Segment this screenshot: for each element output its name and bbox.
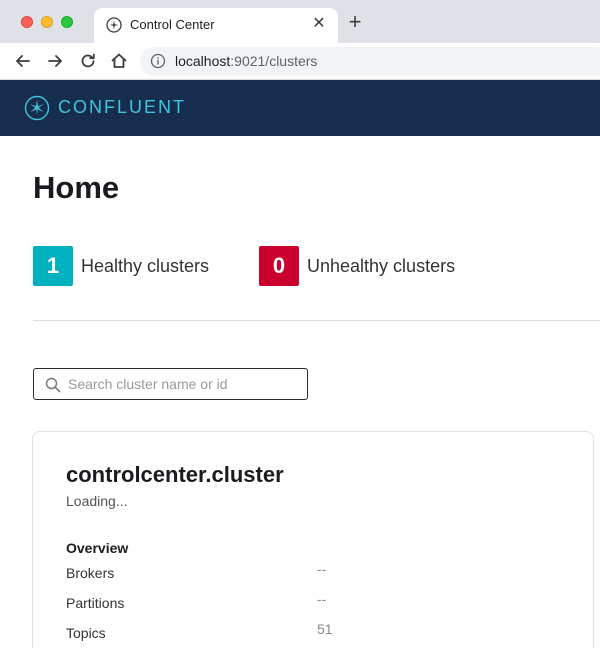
cluster-search[interactable] [33,368,308,400]
url-host: localhost [175,53,231,69]
overview-heading: Overview [66,540,129,556]
address-bar[interactable]: localhost:9021/clusters [140,47,600,76]
page-title: Home [33,170,120,205]
metric-value-topics: 51 [317,621,333,637]
healthy-count-badge: 1 [33,246,73,286]
unhealthy-count-badge: 0 [259,246,299,286]
metric-label-brokers: Brokers [66,565,115,581]
brand-name[interactable]: CONFLUENT [58,97,186,118]
info-icon[interactable] [150,53,166,69]
tab-close-icon[interactable]: ✕ [310,14,328,34]
healthy-clusters-label: Healthy clusters [81,255,210,276]
search-icon [45,377,61,393]
window-maximize-button[interactable] [61,16,73,28]
browser-toolbar: localhost:9021/clusters [0,43,600,80]
reload-icon[interactable] [77,50,99,72]
healthy-clusters-stat[interactable]: 1 Healthy clusters [33,246,209,286]
tab-title: Control Center [130,17,215,32]
url-text[interactable]: localhost:9021/clusters [175,53,317,69]
browser-tab-bar: Control Center ✕ + [0,0,600,43]
window-minimize-button[interactable] [41,16,53,28]
new-tab-button[interactable]: + [344,11,366,34]
browser-tab[interactable]: Control Center ✕ [94,8,338,43]
cluster-name[interactable]: controlcenter.cluster [66,462,284,488]
search-input[interactable] [68,373,298,395]
cluster-card[interactable]: controlcenter.cluster Loading... Overvie… [32,431,594,648]
unhealthy-clusters-label: Unhealthy clusters [307,255,456,276]
unhealthy-clusters-stat[interactable]: 0 Unhealthy clusters [259,246,455,286]
window-close-button[interactable] [21,16,33,28]
arrow-left-icon[interactable] [12,50,34,72]
home-icon[interactable] [108,50,130,72]
arrow-right-icon[interactable] [44,50,66,72]
app-header: CONFLUENT [0,80,600,136]
confluent-logo-icon[interactable] [24,95,50,121]
section-divider [33,320,600,321]
metric-label-topics: Topics [66,625,106,641]
metric-value-brokers: -- [317,561,327,577]
cluster-status: Loading... [66,493,128,509]
metric-label-partitions: Partitions [66,595,125,611]
metric-value-partitions: -- [317,591,327,607]
url-path: :9021/clusters [230,53,318,69]
confluent-favicon-icon [106,17,122,33]
